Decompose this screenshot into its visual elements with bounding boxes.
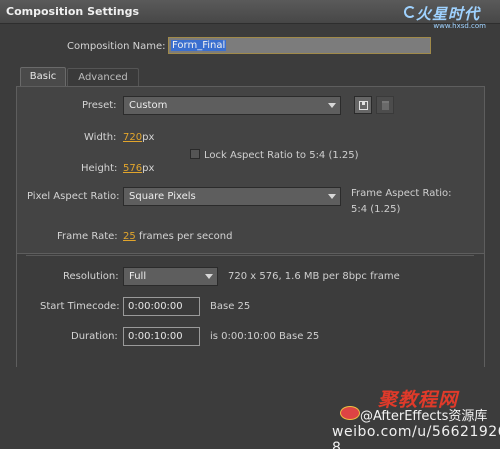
preset-value: Custom [129, 100, 168, 111]
trash-icon [382, 101, 389, 110]
watermark-url: weibo.com/u/56621926 8 [332, 424, 500, 449]
pixel-aspect-dropdown[interactable]: Square Pixels [123, 187, 341, 206]
logo-url: www.hxsd.com [433, 22, 486, 30]
resolution-dropdown[interactable]: Full [123, 267, 218, 286]
preset-dropdown[interactable]: Custom [123, 96, 341, 115]
resolution-value: Full [129, 271, 147, 282]
height-field[interactable]: 576px [123, 163, 154, 174]
height-label: Height: [81, 163, 118, 174]
lock-aspect-checkbox[interactable] [190, 149, 200, 159]
delete-preset-button[interactable] [376, 96, 394, 114]
lock-aspect-label[interactable]: Lock Aspect Ratio to 5:4 (1.25) [204, 150, 359, 161]
start-timecode-label: Start Timecode: [40, 301, 120, 312]
frame-aspect-label: Frame Aspect Ratio: [351, 188, 452, 199]
frame-rate-value[interactable]: 25 [123, 231, 136, 242]
duration-value: 0:00:10:00 [128, 331, 183, 342]
width-value[interactable]: 720 [123, 132, 142, 143]
preset-label: Preset: [82, 100, 117, 111]
duration-label: Duration: [71, 331, 118, 342]
start-timecode-input[interactable]: 0:00:00:00 [123, 297, 200, 316]
frame-rate-label: Frame Rate: [57, 231, 118, 242]
save-preset-button[interactable] [354, 96, 372, 114]
resolution-info: 720 x 576, 1.6 MB per 8bpc frame [228, 271, 400, 282]
tab-advanced[interactable]: Advanced [67, 68, 139, 86]
save-icon [359, 101, 368, 110]
chevron-down-icon [328, 194, 336, 199]
window-title: Composition Settings [6, 5, 140, 18]
watermark-handle: @AfterEffects资源库 [360, 409, 488, 424]
frame-rate-field[interactable]: 25 frames per second [123, 231, 232, 242]
duration-info: is 0:00:10:00 Base 25 [210, 331, 320, 342]
pixel-aspect-value: Square Pixels [129, 191, 196, 202]
resolution-label: Resolution: [63, 271, 119, 282]
composition-name-label: Composition Name: [67, 41, 166, 52]
duration-input[interactable]: 0:00:10:00 [123, 327, 200, 346]
composition-name-input[interactable]: Form_Final [168, 37, 431, 54]
width-label: Width: [84, 132, 117, 143]
pixel-aspect-label: Pixel Aspect Ratio: [27, 191, 120, 202]
chevron-down-icon [205, 274, 213, 279]
start-timecode-base: Base 25 [210, 301, 251, 312]
frame-rate-unit: frames per second [138, 231, 233, 242]
section-divider [26, 255, 474, 256]
width-field[interactable]: 720px [123, 132, 154, 143]
height-value[interactable]: 576 [123, 163, 142, 174]
weibo-icon [340, 406, 360, 420]
start-timecode-value: 0:00:00:00 [128, 301, 183, 312]
chevron-down-icon [328, 103, 336, 108]
composition-name-value: Form_Final [171, 40, 227, 51]
frame-aspect-value: 5:4 (1.25) [351, 204, 401, 215]
logo-swoosh-icon [404, 6, 416, 18]
logo-text: 火星时代 [415, 5, 480, 23]
site-logo: 火星时代 www.hxsd.com [398, 3, 494, 30]
height-unit: px [142, 163, 155, 174]
width-unit: px [142, 132, 155, 143]
tab-basic[interactable]: Basic [20, 67, 66, 86]
